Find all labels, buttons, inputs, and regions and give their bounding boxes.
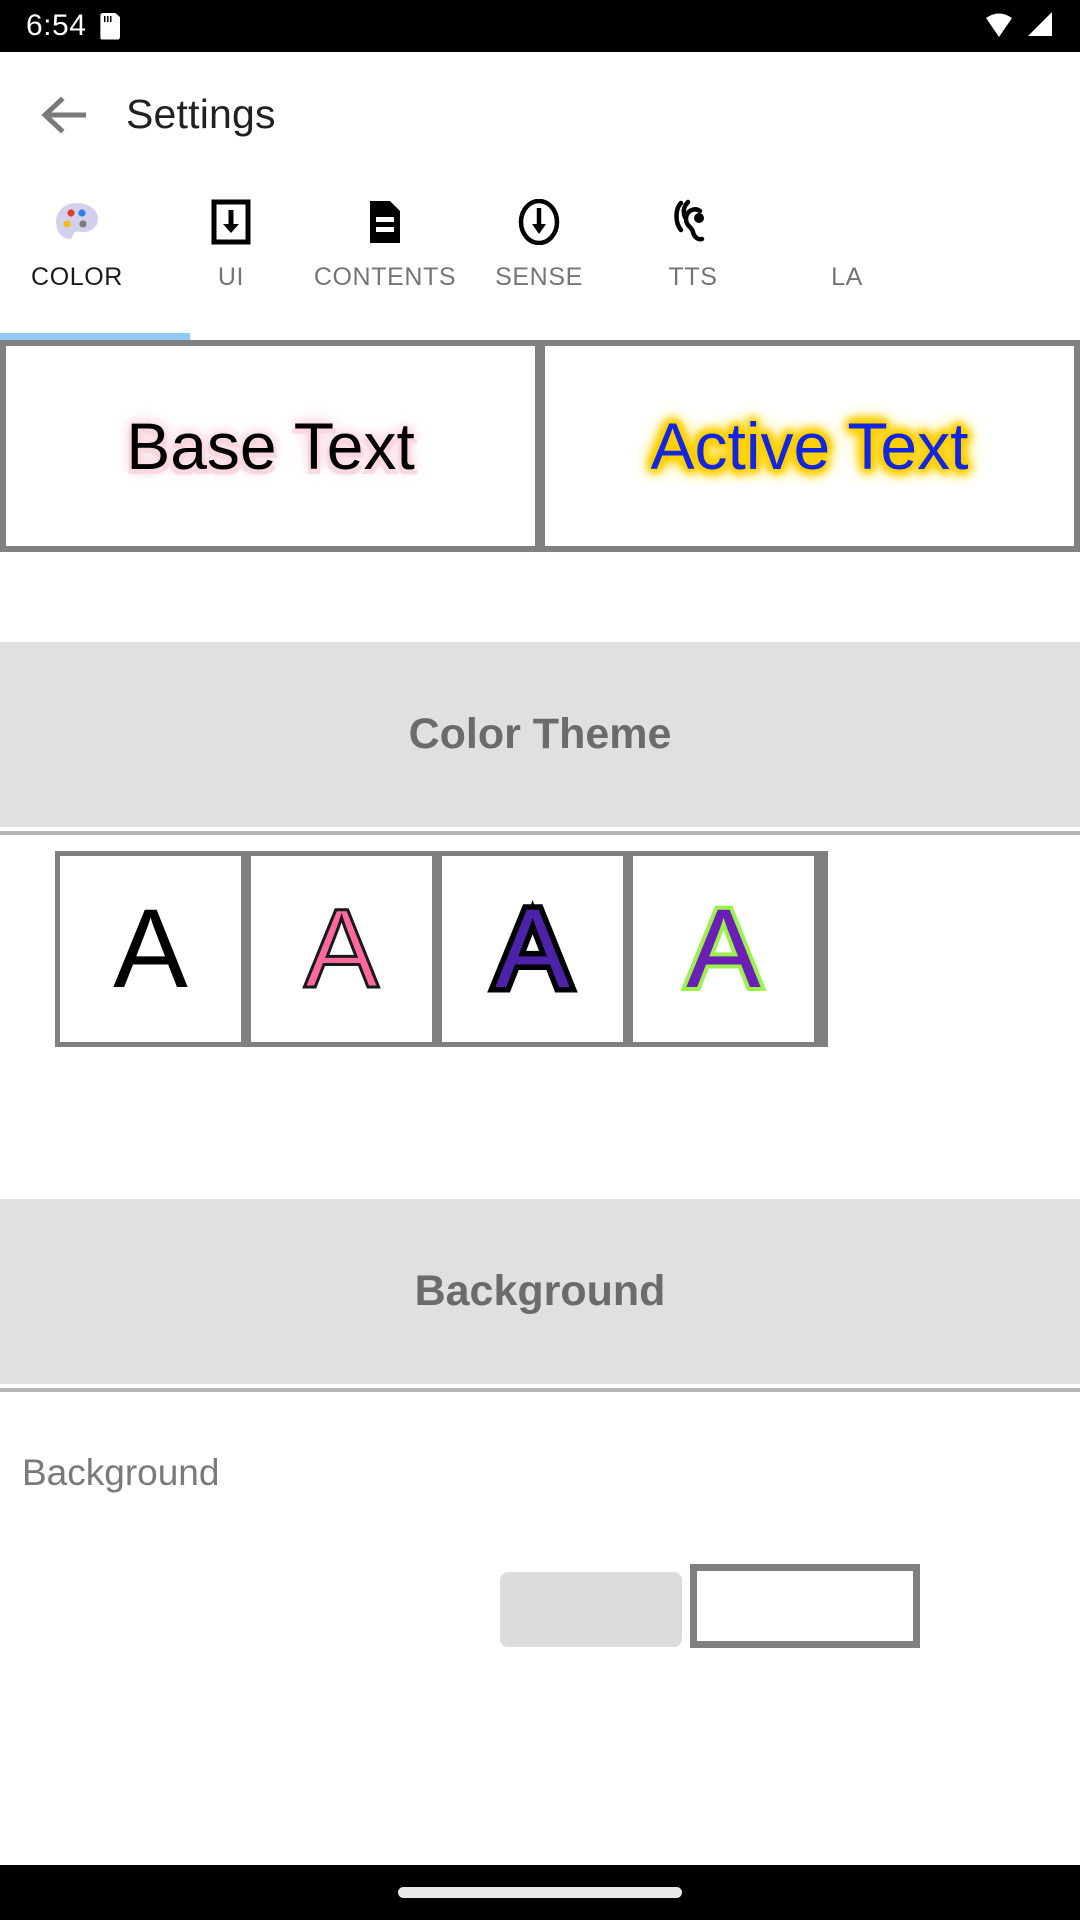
- tab-tts[interactable]: TTS: [616, 177, 770, 292]
- background-row-label: Background: [22, 1452, 220, 1493]
- page-title: Settings: [126, 91, 276, 137]
- hearing-icon: [672, 199, 714, 245]
- tab-label-sense: SENSE: [495, 263, 583, 291]
- tab-sense[interactable]: SENSE: [462, 177, 616, 292]
- active-text-preview[interactable]: Active Text: [545, 346, 1074, 546]
- status-time: 6:54: [26, 9, 87, 42]
- wifi-icon: [984, 11, 1014, 42]
- color-theme-title: Color Theme: [408, 710, 672, 758]
- spacer-above-background: [0, 1047, 1080, 1199]
- app-bar: Settings: [0, 52, 1080, 177]
- theme-swatch-letter: A: [303, 886, 381, 1011]
- circle-down-arrow-icon: [517, 199, 561, 245]
- color-theme-swatch-strip[interactable]: A A A A: [55, 851, 828, 1047]
- text-preview-row: Base Text Active Text: [0, 340, 1080, 552]
- tab-language[interactable]: LA: [770, 177, 924, 292]
- background-color-swatch[interactable]: [690, 1564, 920, 1648]
- theme-swatch-letter: A: [682, 886, 765, 1011]
- background-setting-row[interactable]: Background: [0, 1392, 1080, 1660]
- theme-swatch-black[interactable]: A: [60, 856, 241, 1042]
- download-box-icon: [211, 199, 251, 245]
- theme-swatch-letter: A: [490, 886, 576, 1011]
- theme-swatch-pink[interactable]: A: [251, 856, 432, 1042]
- settings-tab-strip[interactable]: COLOR UI CONTENTS SENSE TTS LA: [0, 177, 1080, 340]
- tab-label-tts: TTS: [668, 263, 718, 291]
- palette-icon: [54, 199, 100, 245]
- spacer-above-color-theme: [0, 552, 1080, 642]
- base-text-sample: Base Text: [126, 409, 415, 483]
- theme-swatch-purple-green[interactable]: A: [633, 856, 814, 1042]
- tab-selected-indicator: [0, 333, 190, 340]
- tab-label-language: LA: [831, 263, 863, 291]
- status-bar-right: [984, 11, 1054, 42]
- background-divider: [0, 1384, 1080, 1392]
- theme-swatch-purple-black[interactable]: A: [442, 856, 623, 1042]
- signal-icon: [1026, 11, 1054, 42]
- background-choose-button[interactable]: [500, 1572, 682, 1647]
- back-arrow-icon[interactable]: [34, 84, 96, 146]
- color-theme-section-header: Color Theme: [0, 642, 1080, 827]
- sd-card-icon: [100, 12, 121, 40]
- home-pill[interactable]: [398, 1887, 682, 1898]
- status-bar: 6:54: [0, 0, 1080, 52]
- base-text-preview[interactable]: Base Text: [6, 346, 535, 546]
- document-icon: [366, 199, 404, 245]
- color-theme-swatch-area: A A A A: [0, 835, 1080, 1047]
- color-theme-divider: [0, 827, 1080, 835]
- tab-ui[interactable]: UI: [154, 177, 308, 292]
- background-section-header: Background: [0, 1199, 1080, 1384]
- tab-contents[interactable]: CONTENTS: [308, 177, 462, 292]
- theme-swatch-letter: A: [113, 886, 188, 1011]
- tab-label-ui: UI: [217, 263, 245, 291]
- active-text-sample: Active Text: [650, 409, 969, 483]
- tab-label-color: COLOR: [31, 263, 123, 291]
- screen-content: 6:54 Settings COLOR UI CONTENTS SENSE TT…: [0, 0, 1080, 1865]
- background-title: Background: [414, 1267, 666, 1315]
- system-nav-bar: [0, 1865, 1080, 1920]
- tab-label-contents: CONTENTS: [313, 263, 457, 291]
- status-bar-left: 6:54: [26, 9, 121, 43]
- tab-color[interactable]: COLOR: [0, 177, 154, 292]
